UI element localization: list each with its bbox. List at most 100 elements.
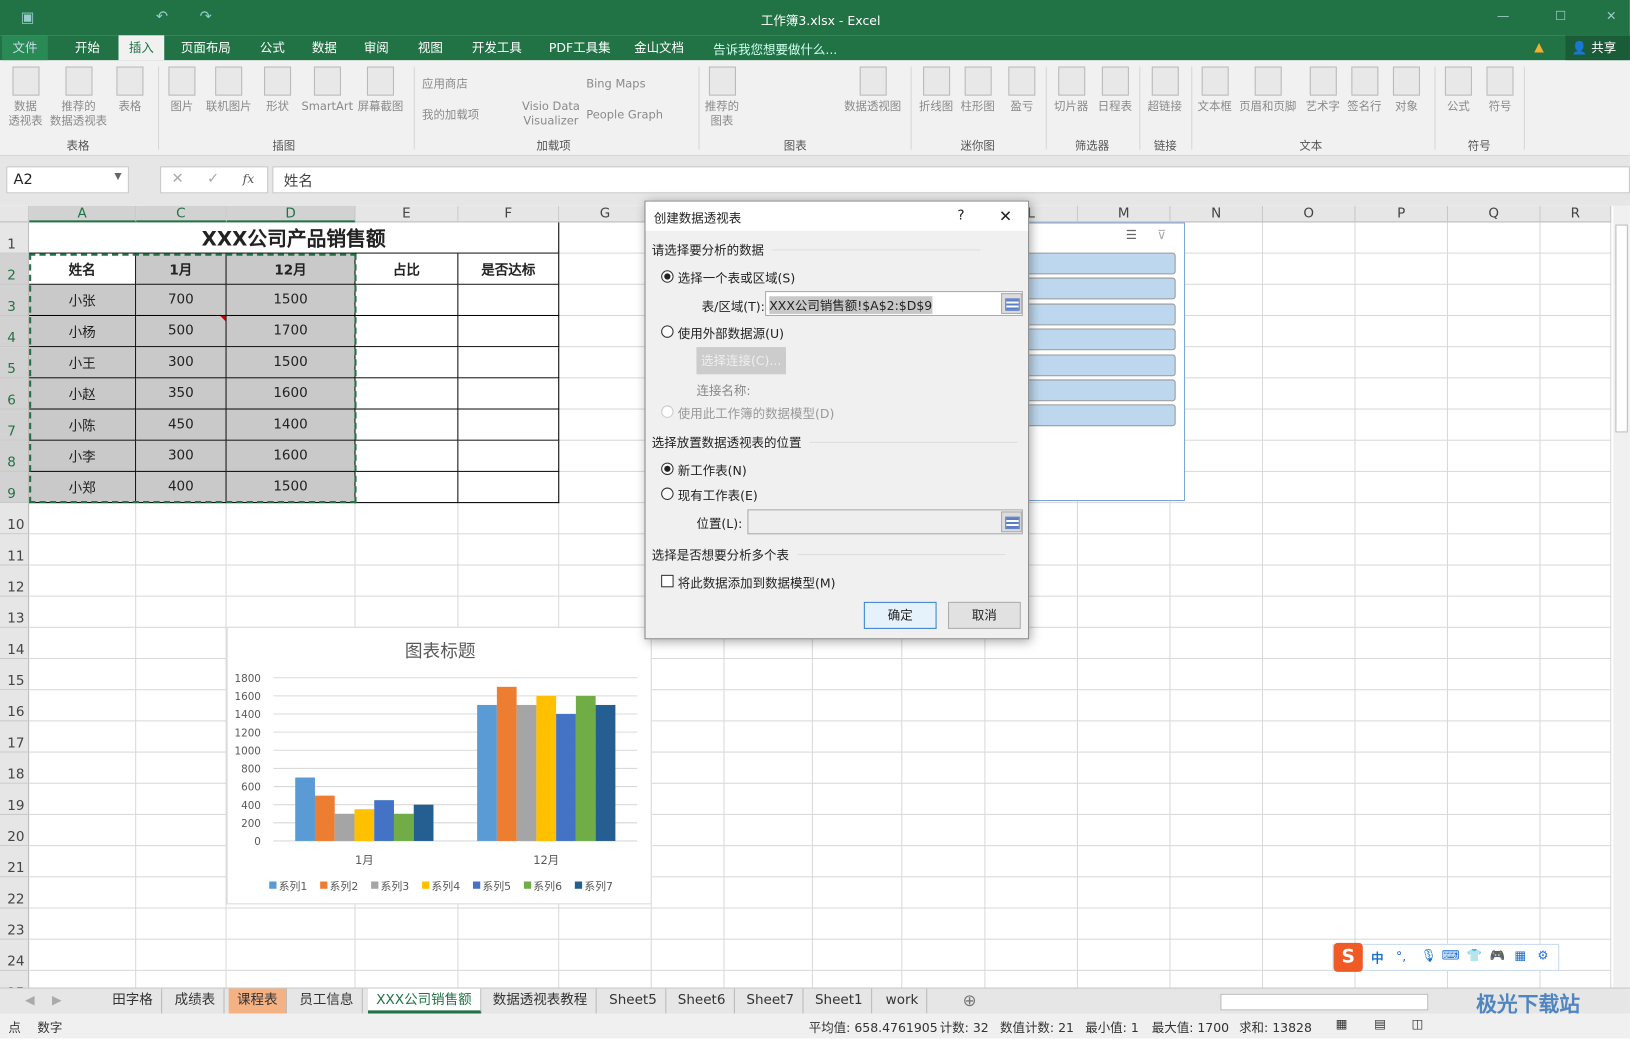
redo-icon[interactable]: ↷ bbox=[200, 8, 212, 25]
next-sheet-icon[interactable]: ▶ bbox=[52, 993, 62, 1008]
header-cell[interactable]: 占比 bbox=[355, 253, 459, 285]
ribbon-button[interactable]: 文本框 bbox=[1198, 66, 1232, 115]
ribbon-button[interactable]: 公式 bbox=[1444, 66, 1472, 115]
row-header[interactable]: 2 bbox=[0, 253, 30, 285]
help-button[interactable]: ? bbox=[957, 208, 964, 224]
range-picker-icon[interactable] bbox=[1001, 293, 1022, 314]
fx-icon[interactable]: fx bbox=[243, 172, 255, 187]
data-cell[interactable] bbox=[458, 316, 560, 348]
cancel-icon[interactable]: ✕ bbox=[172, 170, 184, 187]
save-icon[interactable]: ▣ bbox=[21, 9, 35, 26]
row-header[interactable]: 11 bbox=[0, 534, 30, 566]
row-header[interactable]: 13 bbox=[0, 596, 30, 628]
ribbon-tab[interactable]: 审阅 bbox=[353, 35, 399, 60]
undo-icon[interactable]: ↶ bbox=[156, 8, 168, 25]
radio-data-model[interactable] bbox=[661, 405, 674, 418]
prev-sheet-icon[interactable]: ◀ bbox=[25, 993, 35, 1008]
data-cell[interactable] bbox=[458, 409, 560, 441]
column-header[interactable]: P bbox=[1355, 205, 1449, 223]
row-header[interactable]: 6 bbox=[0, 378, 30, 410]
ribbon-button[interactable]: 折线图 bbox=[919, 66, 953, 115]
row-header[interactable]: 4 bbox=[0, 316, 30, 348]
row-header[interactable]: 23 bbox=[0, 908, 30, 940]
ribbon-tab[interactable]: 公式 bbox=[249, 35, 295, 60]
sheet-tab[interactable]: work bbox=[877, 988, 928, 1014]
ribbon-tab[interactable]: 开发工具 bbox=[462, 35, 533, 60]
add-to-data-model-checkbox[interactable] bbox=[661, 574, 674, 588]
data-cell[interactable] bbox=[355, 471, 459, 504]
ribbon-button[interactable]: 屏幕截图 bbox=[358, 66, 403, 115]
column-header[interactable]: G bbox=[559, 205, 652, 223]
data-cell[interactable] bbox=[458, 284, 560, 317]
settings-icon[interactable]: ⚙ bbox=[1537, 948, 1548, 963]
column-chart[interactable]: 图表标题 0 200 400 600 800 1000 1200 1400 1600 1800 1月… bbox=[226, 626, 652, 905]
sheet-tab[interactable]: 课程表 bbox=[228, 988, 287, 1014]
normal-view-icon[interactable]: ▦ bbox=[1336, 1017, 1348, 1032]
ribbon-button[interactable]: 对象 bbox=[1392, 66, 1420, 115]
ribbon-button[interactable]: 柱形图 bbox=[960, 66, 995, 115]
radio-data-model-label[interactable]: 使用此工作簿的数据模型(D) bbox=[678, 404, 835, 422]
row-header[interactable]: 22 bbox=[0, 877, 30, 909]
sheet-tab[interactable]: Sheet7 bbox=[738, 988, 804, 1014]
ribbon-button[interactable]: 日程表 bbox=[1098, 66, 1132, 115]
radio-select-table-label[interactable]: 选择一个表或区域(S) bbox=[678, 269, 795, 287]
ribbon-button[interactable]: 符号 bbox=[1486, 66, 1514, 115]
ribbon-tab[interactable]: 开始 bbox=[64, 35, 110, 60]
horizontal-scrollbar[interactable] bbox=[1220, 993, 1429, 1011]
row-header[interactable]: 10 bbox=[0, 503, 30, 535]
ribbon-button[interactable]: 推荐的 数据透视表 bbox=[50, 66, 107, 129]
microphone-icon[interactable]: 🎙 bbox=[1421, 948, 1437, 963]
row-header[interactable]: 9 bbox=[0, 471, 30, 504]
ribbon-button[interactable]: 艺术字 bbox=[1306, 66, 1340, 115]
radio-new-worksheet-label[interactable]: 新工作表(N) bbox=[678, 462, 747, 480]
radio-new-worksheet[interactable] bbox=[661, 462, 674, 476]
sheet-tab[interactable]: 成绩表 bbox=[166, 988, 225, 1014]
row-header[interactable]: 15 bbox=[0, 659, 30, 691]
share-button[interactable]: 👤 共享 bbox=[1565, 35, 1630, 61]
row-header[interactable]: 18 bbox=[0, 752, 30, 784]
column-header[interactable]: M bbox=[1077, 205, 1171, 223]
column-header[interactable]: O bbox=[1262, 205, 1356, 223]
data-cell[interactable] bbox=[355, 284, 459, 317]
radio-existing-worksheet[interactable] bbox=[661, 487, 674, 500]
chevron-down-icon[interactable]: ▼ bbox=[114, 172, 121, 182]
row-header[interactable]: 12 bbox=[0, 565, 30, 597]
radio-existing-worksheet-label[interactable]: 现有工作表(E) bbox=[678, 486, 758, 504]
header-cell[interactable]: 是否达标 bbox=[458, 253, 560, 285]
row-header[interactable]: 20 bbox=[0, 814, 30, 847]
name-box[interactable]: A2 ▼ bbox=[6, 166, 129, 194]
skin-icon[interactable]: 👕 bbox=[1467, 948, 1483, 963]
sheet-title-cell[interactable]: XXX公司产品销售额 bbox=[29, 222, 560, 254]
column-header[interactable]: C bbox=[136, 205, 227, 223]
apps-icon[interactable]: ▦ bbox=[1515, 948, 1527, 963]
row-header[interactable]: 14 bbox=[0, 627, 30, 660]
vertical-scroll-thumb[interactable] bbox=[1615, 224, 1628, 433]
cancel-button[interactable]: 取消 bbox=[948, 601, 1021, 629]
row-header[interactable]: 21 bbox=[0, 846, 30, 878]
ribbon-button[interactable]: 超链接 bbox=[1148, 66, 1182, 115]
sheet-tab[interactable]: 数据透视表教程 bbox=[484, 988, 597, 1014]
column-header[interactable]: F bbox=[458, 205, 560, 223]
ime-punctuation[interactable]: °, bbox=[1396, 949, 1406, 964]
dialog-close-button[interactable]: ✕ bbox=[999, 207, 1012, 226]
add-sheet-icon[interactable]: ⊕ bbox=[963, 991, 977, 1011]
row-header[interactable]: 1 bbox=[0, 222, 30, 254]
data-cell[interactable] bbox=[458, 378, 560, 410]
sheet-tab[interactable]: 田字格 bbox=[104, 988, 163, 1014]
page-layout-view-icon[interactable]: ▤ bbox=[1374, 1017, 1386, 1032]
sheet-tab[interactable]: XXX公司销售额 bbox=[367, 988, 481, 1014]
choose-connection-button[interactable]: 选择连接(C)... bbox=[696, 347, 786, 375]
minimize-icon[interactable]: — bbox=[1497, 8, 1509, 23]
row-header[interactable]: 16 bbox=[0, 690, 30, 722]
multi-select-icon[interactable]: ☰ bbox=[1126, 228, 1137, 243]
ribbon-tab[interactable]: 视图 bbox=[407, 35, 453, 60]
clear-filter-icon[interactable]: ⊽ bbox=[1157, 228, 1166, 243]
column-header[interactable]: R bbox=[1540, 205, 1612, 223]
ribbon-button[interactable]: 形状 bbox=[264, 66, 292, 115]
ribbon-button[interactable]: 数据透视图 bbox=[844, 66, 901, 115]
ribbon-tab[interactable]: 文件 bbox=[2, 35, 48, 61]
tell-me-search[interactable]: 告诉我您想要做什么... bbox=[713, 41, 837, 59]
row-header[interactable]: 7 bbox=[0, 409, 30, 441]
ribbon-tab[interactable]: 数据 bbox=[301, 35, 347, 60]
data-cell[interactable] bbox=[458, 471, 560, 504]
